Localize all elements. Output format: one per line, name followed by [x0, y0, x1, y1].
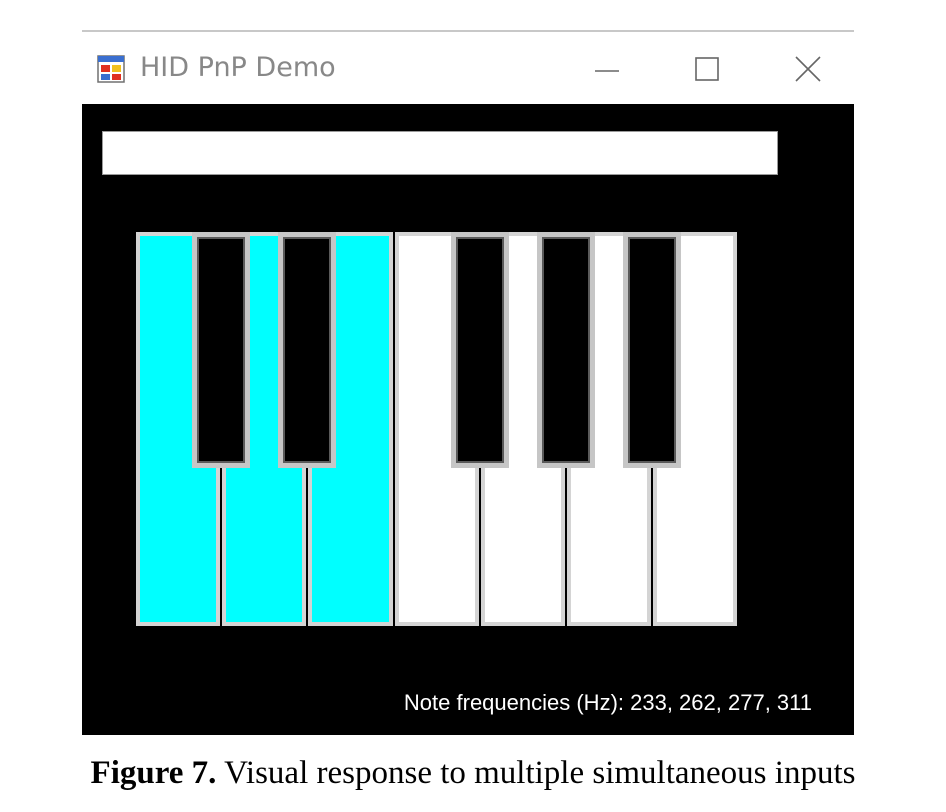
close-button[interactable]	[778, 44, 838, 94]
maximize-icon	[695, 57, 719, 81]
figure-caption-text: Visual response to multiple simultaneous…	[216, 755, 856, 791]
app-window-icon	[97, 55, 125, 83]
minimize-button[interactable]	[577, 44, 637, 94]
app-window: HID PnP Demo Note frequencies (Hz): 233,…	[82, 30, 854, 735]
maximize-button[interactable]	[677, 44, 737, 94]
black-key[interactable]	[450, 232, 509, 468]
title-bar[interactable]: HID PnP Demo	[82, 32, 854, 104]
black-key[interactable]	[192, 232, 251, 468]
close-icon	[795, 56, 821, 82]
black-key[interactable]	[278, 232, 337, 468]
note-frequencies-status: Note frequencies (Hz): 233, 262, 277, 31…	[403, 690, 812, 715]
minimize-icon	[595, 70, 619, 72]
black-key[interactable]	[623, 232, 682, 468]
window-title: HID PnP Demo	[140, 52, 336, 83]
black-key[interactable]	[537, 232, 595, 468]
piano-keyboard	[82, 104, 854, 735]
figure-label: Figure 7.	[90, 755, 217, 791]
figure-caption: Figure 7. Visual response to multiple si…	[0, 755, 946, 792]
client-area: Note frequencies (Hz): 233, 262, 277, 31…	[82, 104, 854, 735]
